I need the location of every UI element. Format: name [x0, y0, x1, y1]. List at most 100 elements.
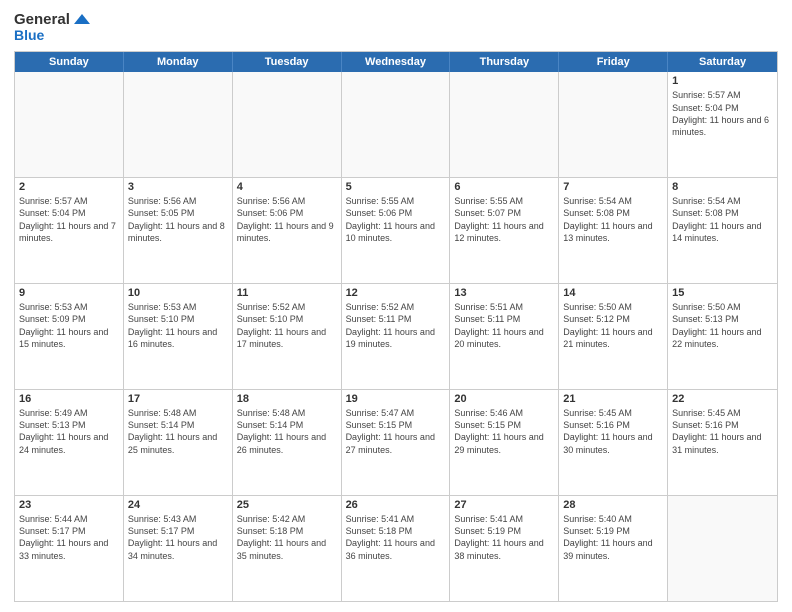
calendar-body: 1 Sunrise: 5:57 AM Sunset: 5:04 PM Daylig… — [15, 72, 777, 601]
cell-info: Sunrise: 5:47 AM Sunset: 5:15 PM Dayligh… — [346, 407, 446, 456]
calendar-cell: 3Sunrise: 5:56 AM Sunset: 5:05 PM Daylig… — [124, 178, 233, 283]
day-number: 12 — [346, 287, 446, 299]
day-number: 8 — [672, 181, 773, 193]
calendar-cell: 20 Sunrise: 5:46 AM Sunset: 5:15 PM Dayli… — [450, 390, 559, 495]
day-number: 15 — [672, 287, 773, 299]
calendar-row-1: 2Sunrise: 5:57 AM Sunset: 5:04 PM Daylig… — [15, 177, 777, 283]
calendar-cell: 23Sunrise: 5:44 AM Sunset: 5:17 PM Dayli… — [15, 496, 124, 601]
calendar-cell: 14 Sunrise: 5:50 AM Sunset: 5:12 PM Dayli… — [559, 284, 668, 389]
calendar-cell — [233, 72, 342, 177]
day-number: 4 — [237, 181, 337, 193]
calendar-row-2: 9 Sunrise: 5:53 AM Sunset: 5:09 PM Daylig… — [15, 283, 777, 389]
day-number: 7 — [563, 181, 663, 193]
cell-info: Sunrise: 5:54 AM Sunset: 5:08 PM Dayligh… — [563, 195, 663, 244]
header-day-sunday: Sunday — [15, 52, 124, 72]
cell-info: Sunrise: 5:50 AM Sunset: 5:13 PM Dayligh… — [672, 301, 773, 350]
day-number: 10 — [128, 287, 228, 299]
cell-info: Sunrise: 5:57 AM Sunset: 5:04 PM Dayligh… — [672, 89, 773, 138]
cell-info: Sunrise: 5:48 AM Sunset: 5:14 PM Dayligh… — [237, 407, 337, 456]
calendar-cell: 16 Sunrise: 5:49 AM Sunset: 5:13 PM Dayli… — [15, 390, 124, 495]
cell-info: Sunrise: 5:53 AM Sunset: 5:09 PM Dayligh… — [19, 301, 119, 350]
cell-info: Sunrise: 5:45 AM Sunset: 5:16 PM Dayligh… — [672, 407, 773, 456]
page-container: General Blue SundayMondayTuesdayWednesda… — [0, 0, 792, 612]
cell-info: Sunrise: 5:45 AM Sunset: 5:16 PM Dayligh… — [563, 407, 663, 456]
cell-info: Sunrise: 5:55 AM Sunset: 5:06 PM Dayligh… — [346, 195, 446, 244]
calendar-cell: 6 Sunrise: 5:55 AM Sunset: 5:07 PM Daylig… — [450, 178, 559, 283]
calendar-cell — [450, 72, 559, 177]
day-number: 24 — [128, 499, 228, 511]
calendar-cell: 18 Sunrise: 5:48 AM Sunset: 5:14 PM Dayli… — [233, 390, 342, 495]
calendar-row-4: 23Sunrise: 5:44 AM Sunset: 5:17 PM Dayli… — [15, 495, 777, 601]
cell-info: Sunrise: 5:52 AM Sunset: 5:10 PM Dayligh… — [237, 301, 337, 350]
calendar-row-3: 16 Sunrise: 5:49 AM Sunset: 5:13 PM Dayli… — [15, 389, 777, 495]
day-number: 22 — [672, 393, 773, 405]
calendar-cell: 12Sunrise: 5:52 AM Sunset: 5:11 PM Dayli… — [342, 284, 451, 389]
day-number: 13 — [454, 287, 554, 299]
logo-icon — [72, 10, 92, 30]
day-number: 26 — [346, 499, 446, 511]
calendar-cell: 22 Sunrise: 5:45 AM Sunset: 5:16 PM Dayli… — [668, 390, 777, 495]
day-number: 19 — [346, 393, 446, 405]
cell-info: Sunrise: 5:41 AM Sunset: 5:18 PM Dayligh… — [346, 513, 446, 562]
header-day-thursday: Thursday — [450, 52, 559, 72]
calendar-cell: 1 Sunrise: 5:57 AM Sunset: 5:04 PM Daylig… — [668, 72, 777, 177]
calendar-cell: 27 Sunrise: 5:41 AM Sunset: 5:19 PM Dayli… — [450, 496, 559, 601]
calendar-cell — [124, 72, 233, 177]
calendar-cell: 24 Sunrise: 5:43 AM Sunset: 5:17 PM Dayli… — [124, 496, 233, 601]
day-number: 21 — [563, 393, 663, 405]
calendar-cell: 21 Sunrise: 5:45 AM Sunset: 5:16 PM Dayli… — [559, 390, 668, 495]
cell-info: Sunrise: 5:53 AM Sunset: 5:10 PM Dayligh… — [128, 301, 228, 350]
day-number: 25 — [237, 499, 337, 511]
calendar-cell: 4 Sunrise: 5:56 AM Sunset: 5:06 PM Daylig… — [233, 178, 342, 283]
day-number: 18 — [237, 393, 337, 405]
day-number: 1 — [672, 75, 773, 87]
day-number: 11 — [237, 287, 337, 299]
cell-info: Sunrise: 5:56 AM Sunset: 5:06 PM Dayligh… — [237, 195, 337, 244]
header-day-friday: Friday — [559, 52, 668, 72]
day-number: 27 — [454, 499, 554, 511]
calendar-cell: 2Sunrise: 5:57 AM Sunset: 5:04 PM Daylig… — [15, 178, 124, 283]
logo-text-blue: Blue — [14, 28, 44, 43]
cell-info: Sunrise: 5:43 AM Sunset: 5:17 PM Dayligh… — [128, 513, 228, 562]
calendar-cell: 25 Sunrise: 5:42 AM Sunset: 5:18 PM Dayli… — [233, 496, 342, 601]
header-day-monday: Monday — [124, 52, 233, 72]
header-day-saturday: Saturday — [668, 52, 777, 72]
day-number: 28 — [563, 499, 663, 511]
calendar-cell: 7 Sunrise: 5:54 AM Sunset: 5:08 PM Daylig… — [559, 178, 668, 283]
cell-info: Sunrise: 5:48 AM Sunset: 5:14 PM Dayligh… — [128, 407, 228, 456]
calendar-cell — [668, 496, 777, 601]
day-number: 17 — [128, 393, 228, 405]
cell-info: Sunrise: 5:42 AM Sunset: 5:18 PM Dayligh… — [237, 513, 337, 562]
calendar-cell — [342, 72, 451, 177]
calendar-cell: 17 Sunrise: 5:48 AM Sunset: 5:14 PM Dayli… — [124, 390, 233, 495]
cell-info: Sunrise: 5:40 AM Sunset: 5:19 PM Dayligh… — [563, 513, 663, 562]
day-number: 14 — [563, 287, 663, 299]
cell-info: Sunrise: 5:50 AM Sunset: 5:12 PM Dayligh… — [563, 301, 663, 350]
calendar: SundayMondayTuesdayWednesdayThursdayFrid… — [14, 51, 778, 602]
cell-info: Sunrise: 5:51 AM Sunset: 5:11 PM Dayligh… — [454, 301, 554, 350]
cell-info: Sunrise: 5:54 AM Sunset: 5:08 PM Dayligh… — [672, 195, 773, 244]
day-number: 5 — [346, 181, 446, 193]
cell-info: Sunrise: 5:41 AM Sunset: 5:19 PM Dayligh… — [454, 513, 554, 562]
day-number: 9 — [19, 287, 119, 299]
calendar-cell: 26 Sunrise: 5:41 AM Sunset: 5:18 PM Dayli… — [342, 496, 451, 601]
cell-info: Sunrise: 5:56 AM Sunset: 5:05 PM Dayligh… — [128, 195, 228, 244]
header-day-tuesday: Tuesday — [233, 52, 342, 72]
logo: General Blue — [14, 10, 92, 43]
calendar-cell: 28 Sunrise: 5:40 AM Sunset: 5:19 PM Dayli… — [559, 496, 668, 601]
day-number: 20 — [454, 393, 554, 405]
cell-info: Sunrise: 5:46 AM Sunset: 5:15 PM Dayligh… — [454, 407, 554, 456]
logo-text-general: General — [14, 12, 70, 29]
calendar-cell: 19 Sunrise: 5:47 AM Sunset: 5:15 PM Dayli… — [342, 390, 451, 495]
day-number: 6 — [454, 181, 554, 193]
calendar-cell — [559, 72, 668, 177]
calendar-cell: 10 Sunrise: 5:53 AM Sunset: 5:10 PM Dayli… — [124, 284, 233, 389]
cell-info: Sunrise: 5:55 AM Sunset: 5:07 PM Dayligh… — [454, 195, 554, 244]
day-number: 2 — [19, 181, 119, 193]
calendar-cell — [15, 72, 124, 177]
day-number: 16 — [19, 393, 119, 405]
cell-info: Sunrise: 5:44 AM Sunset: 5:17 PM Dayligh… — [19, 513, 119, 562]
cell-info: Sunrise: 5:49 AM Sunset: 5:13 PM Dayligh… — [19, 407, 119, 456]
header-day-wednesday: Wednesday — [342, 52, 451, 72]
calendar-cell: 9 Sunrise: 5:53 AM Sunset: 5:09 PM Daylig… — [15, 284, 124, 389]
